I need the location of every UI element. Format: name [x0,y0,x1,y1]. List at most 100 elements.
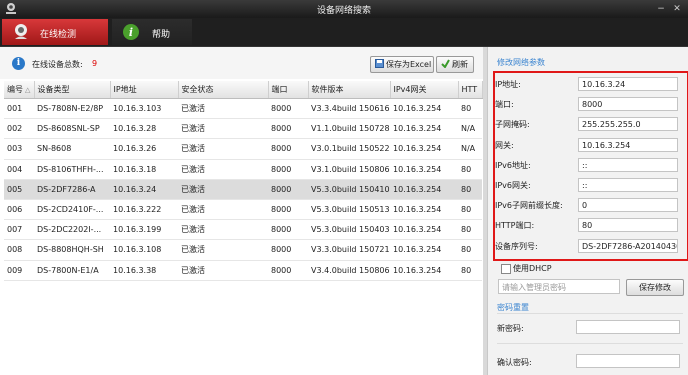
table-cell: 80 [458,98,482,120]
table-row[interactable]: 009 DS-7800N-E1/A 10.16.3.38 已激活 8000 V3.4.0b… [4,260,482,281]
table-cell: V3.0.1build 150522 [308,138,390,160]
field-input[interactable]: 255.255.255.0 [578,117,678,132]
field-label: IP地址: [495,80,521,89]
column-header[interactable]: 安全状态 [178,81,269,99]
table-cell: 80 [458,260,482,281]
table-row[interactable]: 004 DS-8106THFH-... 10.16.3.18 已激活 8000 V3.1.… [4,159,482,180]
table-row[interactable]: 007 DS-2DC2202I-... 10.16.3.199 已激活 8000 V5.3… [4,219,482,241]
table-cell: DS-2DC2202I-... [34,219,110,241]
table-cell: 004 [4,159,34,180]
confirm-password-input[interactable] [576,354,680,368]
table-cell: 10.16.3.254 [390,118,458,140]
column-header[interactable]: IP地址 [110,81,179,99]
table-cell: 10.16.3.254 [390,159,458,180]
table-body: 001 DS-7808N-E2/8P 10.16.3.103 已激活 8000 V3.3.… [4,98,482,281]
table-cell: 80 [458,179,482,200]
new-password-input[interactable] [576,320,680,334]
column-header[interactable]: 软件版本 [308,81,391,99]
column-header[interactable]: IPv4网关 [390,81,459,99]
table-cell: 10.16.3.26 [110,138,178,160]
save-excel-label: 保存为Excel [386,60,432,69]
window-title: 设备网络搜索 [316,6,371,16]
refresh-icon [441,59,450,68]
field-label: 设备序列号: [495,241,538,251]
device-count-label: 在线设备总数: [32,60,83,69]
table-cell: V5.3.0build 150410 [308,179,390,200]
save-excel-button[interactable]: 保存为Excel [370,56,434,73]
password-reset-title: 密码重置 [497,303,529,312]
table-cell: 10.16.3.222 [110,199,178,221]
tab-help[interactable]: i 帮助 [112,19,192,45]
field-input[interactable]: 10.16.3.254 [578,137,678,152]
table-row[interactable]: 001 DS-7808N-E2/8P 10.16.3.103 已激活 8000 V3.3.… [4,98,482,120]
table-cell: 008 [4,239,34,261]
table-cell: 80 [458,159,482,180]
table-cell: 8000 [268,98,308,120]
column-header-label: IPv4网关 [393,85,427,94]
network-section-title: 修改网络参数 [497,58,545,67]
close-button[interactable]: ✕ [671,3,683,15]
table-cell: 001 [4,98,34,120]
table-cell: DS-8106THFH-... [34,159,110,180]
column-header[interactable]: 设备类型 [34,81,111,99]
table-cell: 10.16.3.254 [390,239,458,261]
table-cell: V5.3.0build 150403 [308,219,390,241]
new-password-label: 新密码: [497,324,524,333]
table-cell: 007 [4,219,34,241]
main-toolbar: 在线检测 i 帮助 [0,18,688,47]
table-header: 编号 △ 设备类型 IP地址 安全状态 端口 软件版本 IPv4网关 HTT [4,81,483,99]
info-icon: i [12,57,25,70]
table-row[interactable]: 002 DS-8608SNL-SP 10.16.3.28 已激活 8000 V1.1.0b… [4,118,482,140]
table-cell: 10.16.3.108 [110,239,178,261]
field-label: IPv6地址: [495,160,531,170]
table-cell: 已激活 [178,179,268,200]
field-input[interactable]: DS-2DF7286-A20140430C [578,238,678,253]
tab-online-detect[interactable]: 在线检测 [2,19,108,45]
field-label: IPv6网关: [495,181,531,190]
field-input[interactable]: 8000 [578,97,678,112]
table-row[interactable]: 005 DS-2DF7286-A 10.16.3.24 已激活 8000 V5.3.0bu… [4,179,482,200]
table-cell: 已激活 [178,159,268,180]
table-cell: 8000 [268,138,308,160]
title-bar: 设备网络搜索 − ✕ [0,0,688,18]
table-row[interactable]: 003 SN-8608 10.16.3.26 已激活 8000 V3.0.1build 1… [4,138,482,160]
table-cell: 8000 [268,239,308,261]
admin-password-input[interactable]: 请输入管理员密码 [498,279,620,294]
save-changes-button[interactable]: 保存修改 [626,279,684,296]
field-input[interactable]: :: [578,157,678,172]
field-input[interactable]: 0 [578,198,678,213]
table-cell: DS-2DF7286-A [34,179,110,200]
table-row[interactable]: 008 DS-8808HQH-SH 10.16.3.108 已激活 8000 V3.3.0… [4,239,482,261]
table-cell: 80 [458,219,482,241]
refresh-button[interactable]: 刷新 [436,56,474,73]
table-row[interactable]: 006 DS-2CD2410F-... 10.16.3.222 已激活 8000 V5.3… [4,199,482,221]
field-input[interactable]: :: [578,178,678,192]
table-cell: 已激活 [178,138,268,160]
table-cell: 003 [4,138,34,160]
device-count-bar: i 在线设备总数: 9 保存为Excel 刷新 [0,47,486,79]
field-label: 端口: [495,100,514,110]
divider [497,343,683,344]
table-cell: V3.3.4build 150616 [308,98,390,120]
table-cell: 8000 [268,219,308,241]
column-header[interactable]: HTT [458,81,483,99]
svg-text:i: i [129,26,133,39]
column-header[interactable]: 端口 [268,81,309,99]
table-cell: DS-8608SNL-SP [34,118,110,140]
table-cell: 已激活 [178,118,268,140]
minimize-button[interactable]: − [655,3,667,15]
table-cell: V3.1.0build 150806 [308,159,390,180]
table-cell: 10.16.3.254 [390,179,458,200]
column-header-label: 端口 [271,85,288,94]
divider [497,313,683,314]
field-input[interactable]: 10.16.3.24 [578,77,678,91]
column-header-label: HTT [461,85,478,94]
field-input[interactable]: 80 [578,218,678,233]
table-cell: N/A [458,138,482,160]
table-cell: 8000 [268,199,308,221]
table-cell: DS-7808N-E2/8P [34,98,110,120]
table-cell: DS-8808HQH-SH [34,239,110,261]
dhcp-checkbox[interactable] [501,264,511,274]
column-header[interactable]: 编号 △ [4,81,35,99]
column-header-label: 设备类型 [37,85,70,94]
